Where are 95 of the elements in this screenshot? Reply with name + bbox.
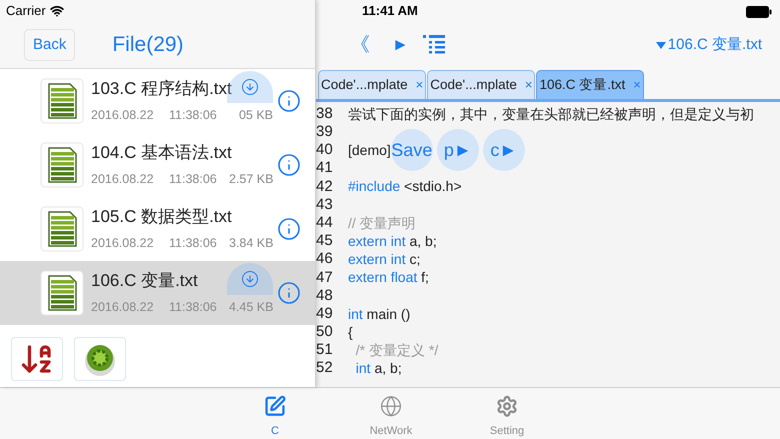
line-number: 48 [316,286,334,306]
file-size: 05 KB [238,106,273,124]
edit-icon [263,395,287,418]
editor-tab[interactable]: 106.C 变量.txt × [536,70,644,99]
gear-icon [495,395,519,418]
gear-icon [83,342,117,376]
settings-button[interactable] [74,337,126,381]
code-text: c; [408,250,420,270]
line-number: 43 [316,194,334,215]
file-time: 11:38:06 [169,234,218,252]
file-size: 4.45 KB [229,298,274,316]
battery-icon [746,6,772,18]
line-number: 41 [316,158,334,178]
line-number: 38 [316,104,334,124]
code-text: /* 变量定义 */ [354,341,438,360]
line-number: 49 [316,304,334,324]
info-icon[interactable] [277,217,302,241]
list-icon[interactable] [422,35,445,55]
tab-close-button[interactable]: × [524,75,532,95]
code-text: <stdio.h> [403,177,462,196]
status-time: 11:41 AM [362,2,418,20]
file-date: 2016.08.22 [91,170,155,188]
code-action-button[interactable]: Save [390,129,433,172]
tab-label: Code'...mplate [321,76,408,94]
file-row[interactable]: 106.C 变量.txt 2016.08.22 11:38:06 4.45 KB [0,261,315,325]
line-number: 42 [316,176,334,197]
globe-icon [379,395,403,418]
file-dropdown[interactable]: 106.C 变量.txt [656,34,762,56]
file-row[interactable]: 105.C 数据类型.txt 2016.08.22 11:38:06 3.84 KB [0,197,315,261]
file-date: 2016.08.22 [91,298,155,316]
download-overlay-button[interactable] [227,263,273,295]
code-text: { [348,322,353,342]
tab-bar-item[interactable]: Setting [467,388,547,439]
file-time: 11:38:06 [169,106,218,124]
line-number: 47 [316,268,334,288]
file-row[interactable]: 103.C 程序结构.txt 2016.08.22 11:38:06 05 KB [0,69,315,133]
line-number: 44 [316,212,334,233]
back-glyph-button[interactable]: 《 [350,30,370,60]
code-text: int [354,359,371,378]
caret-icon [656,42,666,48]
line-number: 45 [316,231,334,252]
info-icon[interactable] [277,153,302,177]
file-name: 106.C 变量.txt [91,270,198,292]
sort-button[interactable] [11,337,63,381]
back-button[interactable]: Back [24,28,76,62]
code-text: 尝试下面的实例，其中，变量在头部就已经被声明，但是定义与初 [348,104,754,124]
line-number: 50 [316,322,334,342]
editor-tab[interactable]: Code'...mplate × [318,70,426,99]
code-text: main () [366,304,410,324]
file-date: 2016.08.22 [91,106,155,124]
code-text: a, b; [373,359,402,378]
download-icon [241,270,259,288]
text-file-icon [40,206,84,252]
tab-bar-item[interactable]: C [235,388,315,439]
text-file-icon [40,78,84,124]
tab-label: Code'...mplate [430,76,517,94]
carrier-label: Carrier [6,2,46,20]
panel-title: File(29) [112,32,184,58]
file-name: 104.C 基本语法.txt [91,142,232,164]
file-row[interactable]: 104.C 基本语法.txt 2016.08.22 11:38:06 2.57 KB [0,133,315,197]
line-number: 39 [316,122,334,142]
code-text: [demo] [348,140,391,160]
file-time: 11:38:06 [169,298,218,316]
line-number: 52 [316,358,334,378]
file-date: 2016.08.22 [91,234,155,252]
file-name: 105.C 数据类型.txt [91,206,232,228]
code-text: #include [348,177,400,196]
editor-tab[interactable]: Code'...mplate × [427,70,536,99]
code-text: f; [420,268,429,288]
code-text: int [348,304,363,324]
line-number: 51 [316,340,334,360]
download-icon [241,78,259,96]
info-icon[interactable] [277,281,302,305]
tab-close-button[interactable]: × [416,75,424,95]
code-text: a, b; [408,232,437,251]
code-action-button[interactable]: c► [482,129,525,172]
tab-label: 106.C 变量.txt [539,76,626,94]
file-time: 11:38:06 [169,170,218,188]
wifi-icon [50,4,64,18]
text-file-icon [40,270,84,316]
line-number: 46 [316,249,334,270]
file-size: 3.84 KB [229,234,274,252]
tab-bar-item[interactable]: NetWork [351,388,431,439]
code-text: extern int [348,250,406,270]
file-name: 103.C 程序结构.txt [91,78,232,100]
file-size: 2.57 KB [229,170,274,188]
code-text: // 变量声明 [348,214,416,233]
code-text: extern float [348,268,418,288]
code-action-button[interactable]: p► [436,129,479,172]
run-button[interactable]: ► [392,32,409,58]
tab-close-button[interactable]: × [633,75,641,95]
code-text: extern int [348,232,406,251]
info-icon[interactable] [277,89,301,113]
text-file-icon [40,142,84,188]
line-number: 40 [316,140,334,160]
